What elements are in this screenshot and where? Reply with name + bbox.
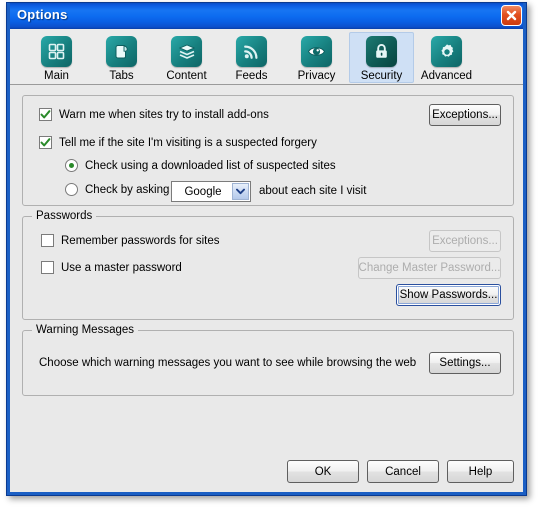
forgery-downloaded-row[interactable]: Check using a downloaded list of suspect…	[65, 159, 336, 172]
chevron-down-icon	[236, 188, 245, 195]
warning-messages-group: Warning Messages Choose which warning me…	[22, 324, 514, 396]
tab-main[interactable]: Main	[24, 32, 89, 83]
tab-icon-tabs	[106, 36, 137, 67]
tab-security[interactable]: Security	[349, 32, 414, 83]
tab-list: Main Tabs Content Feeds Privacy Security…	[10, 29, 523, 83]
options-window: Options Main Tabs Content Feeds Privacy …	[6, 2, 527, 496]
forgery-provider-value: Google	[184, 185, 222, 198]
grid-icon	[48, 43, 65, 60]
show-passwords-button[interactable]: Show Passwords...	[396, 284, 501, 306]
eye-icon	[307, 47, 326, 56]
options-tabstrip: Main Tabs Content Feeds Privacy Security…	[10, 29, 523, 85]
warning-messages-settings-button[interactable]: Settings...	[429, 352, 501, 374]
forgery-ask-radio[interactable]	[65, 183, 78, 196]
change-master-password-button: Change Master Password...	[358, 257, 501, 279]
tab-icon-advanced	[431, 36, 462, 67]
options-dialog-screen: Options Main Tabs Content Feeds Privacy …	[0, 0, 541, 511]
forgery-downloaded-label: Check using a downloaded list of suspect…	[85, 159, 336, 172]
warning-messages-group-title: Warning Messages	[32, 324, 139, 336]
warn-addons-row[interactable]: Warn me when sites try to install add-on…	[39, 108, 269, 121]
gear-icon	[440, 43, 453, 57]
forgery-ask-suffix-label: about each site I visit	[259, 185, 367, 197]
window-titlebar: Options	[7, 3, 526, 29]
master-password-label: Use a master password	[61, 261, 182, 274]
forgery-provider-dropdown[interactable]: Google	[171, 181, 251, 202]
forgery-ask-row[interactable]: Check by asking	[65, 183, 169, 196]
warn-addons-label: Warn me when sites try to install add-on…	[59, 108, 269, 121]
tab-label-security: Security	[360, 70, 403, 82]
tab-advanced[interactable]: Advanced	[414, 32, 479, 83]
dropdown-arrow-button[interactable]	[232, 183, 249, 200]
window-title: Options	[17, 7, 68, 22]
security-panel: Warn me when sites try to install add-on…	[10, 85, 523, 492]
master-password-row[interactable]: Use a master password	[41, 261, 182, 274]
tab-icon-feeds	[236, 36, 267, 67]
close-button[interactable]	[501, 5, 522, 26]
radio-dot-icon	[69, 163, 74, 168]
warn-addons-checkbox[interactable]	[39, 108, 52, 121]
security-warnings-group: Warn me when sites try to install add-on…	[22, 95, 514, 206]
lock-icon	[376, 44, 387, 58]
passwords-group-title: Passwords	[32, 210, 97, 222]
forgery-label: Tell me if the site I'm visiting is a su…	[59, 136, 317, 149]
tab-privacy[interactable]: Privacy	[284, 32, 349, 83]
remember-passwords-label: Remember passwords for sites	[61, 234, 220, 247]
tab-feeds[interactable]: Feeds	[219, 32, 284, 83]
close-icon	[506, 10, 517, 21]
remember-passwords-row[interactable]: Remember passwords for sites	[41, 234, 220, 247]
tab-label-advanced: Advanced	[420, 70, 473, 82]
remember-passwords-checkbox[interactable]	[41, 234, 54, 247]
tab-icon-main	[41, 36, 72, 67]
remember-passwords-exceptions-button: Exceptions...	[429, 230, 501, 252]
help-button[interactable]: Help	[447, 460, 514, 483]
forgery-row[interactable]: Tell me if the site I'm visiting is a su…	[39, 136, 317, 149]
tab-label-content: Content	[166, 70, 207, 82]
ok-button[interactable]: OK	[287, 460, 359, 483]
tab-label-main: Main	[44, 70, 69, 82]
cancel-button[interactable]: Cancel	[367, 460, 439, 483]
tab-icon-privacy	[301, 36, 332, 67]
stack-icon	[178, 44, 195, 59]
forgery-checkbox[interactable]	[39, 136, 52, 149]
checkmark-icon	[40, 110, 51, 119]
tab-label-tabs: Tabs	[109, 70, 134, 82]
tab-page-icon	[115, 44, 128, 58]
master-password-checkbox[interactable]	[41, 261, 54, 274]
warn-addons-exceptions-button[interactable]: Exceptions...	[429, 104, 501, 126]
warning-messages-description: Choose which warning messages you want t…	[39, 357, 417, 369]
rss-icon	[244, 45, 258, 59]
tab-label-privacy: Privacy	[297, 70, 336, 82]
tab-label-feeds: Feeds	[235, 70, 268, 82]
tab-content[interactable]: Content	[154, 32, 219, 83]
forgery-downloaded-radio[interactable]	[65, 159, 78, 172]
passwords-group: Passwords Remember passwords for sites E…	[22, 210, 514, 320]
tab-icon-content	[171, 36, 202, 67]
tab-tabs[interactable]: Tabs	[89, 32, 154, 83]
checkmark-icon	[40, 138, 51, 147]
tab-icon-security	[366, 36, 397, 67]
forgery-ask-label: Check by asking	[85, 183, 170, 196]
